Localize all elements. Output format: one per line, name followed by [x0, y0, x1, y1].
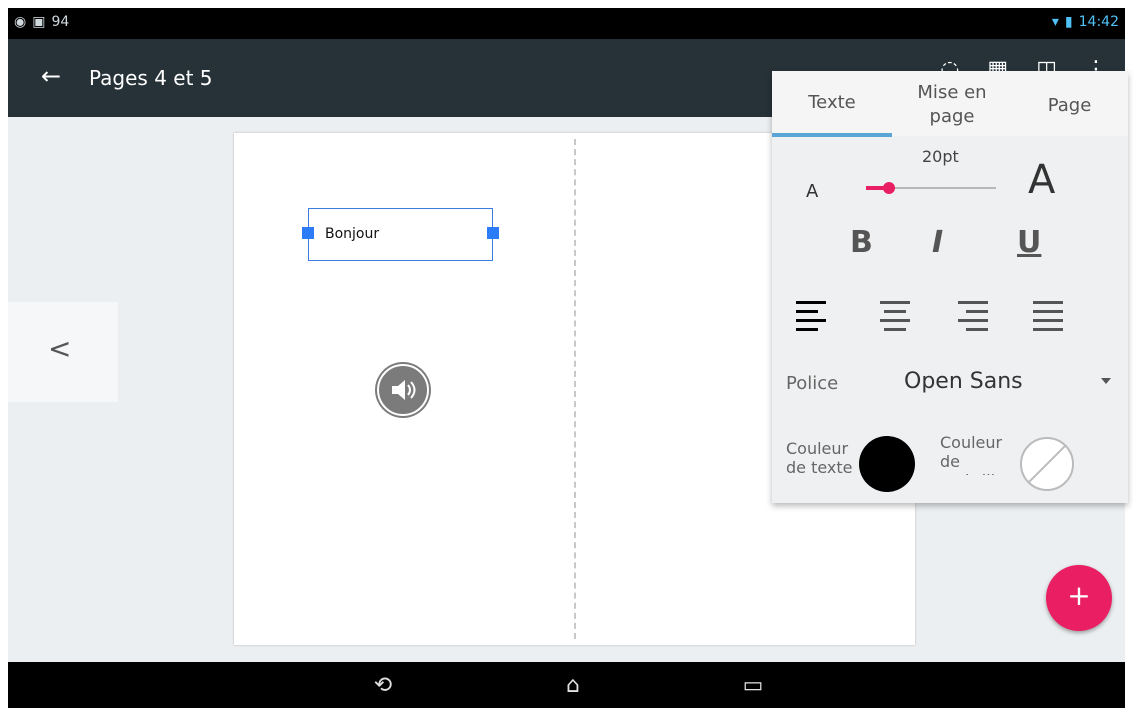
police-label: Police [786, 373, 839, 394]
highlight-color-swatch[interactable] [1020, 437, 1074, 491]
tab-page[interactable]: Page [1022, 94, 1117, 118]
align-center-icon[interactable] [880, 301, 912, 335]
status-right: ▾ ▮ 14:42 [1052, 14, 1119, 30]
font-size-slider[interactable] [866, 178, 996, 198]
resize-handle-right[interactable] [487, 227, 499, 239]
italic-button[interactable]: I [932, 225, 943, 260]
chevron-down-icon[interactable] [1101, 378, 1111, 384]
small-a-label: A [806, 181, 819, 202]
text-color-swatch[interactable] [859, 436, 915, 492]
nav-recent-apps-icon[interactable]: ▭ [733, 670, 773, 700]
slider-knob[interactable] [883, 182, 896, 194]
underline-button[interactable]: U [1017, 225, 1041, 260]
add-fab-button[interactable]: + [1046, 565, 1112, 631]
app-notification-icon: ◉ [14, 14, 27, 30]
left-gutter: < [8, 117, 118, 662]
chevron-left-icon[interactable]: < [48, 332, 71, 365]
large-a-label: A [1028, 157, 1056, 203]
align-left-icon[interactable] [796, 301, 828, 335]
font-select[interactable]: Open Sans [904, 369, 1023, 394]
back-arrow-icon[interactable]: ← [36, 61, 66, 91]
wifi-icon: ▾ [1051, 14, 1059, 30]
plus-icon: + [1067, 579, 1091, 612]
panel-tabs: Texte Mise en page Page [772, 71, 1128, 137]
status-time: 14:42 [1078, 14, 1119, 30]
image-notification-icon: ▣ [32, 14, 46, 30]
tab-texte[interactable]: Texte [782, 91, 882, 115]
tab-mise-en-page[interactable]: Mise en page [897, 81, 1007, 129]
align-right-icon[interactable] [958, 301, 990, 335]
format-panel: Texte Mise en page Page 20pt A A B I U P… [772, 71, 1128, 503]
font-size-value: 20pt [922, 147, 959, 166]
page-title: Pages 4 et 5 [89, 66, 213, 90]
nav-back-icon[interactable]: ⟲ [363, 670, 403, 700]
speaker-glyph [392, 380, 416, 400]
system-nav-bar: ⟲ ⌂ ▭ [8, 662, 1125, 708]
text-color-label: Couleur de texte [786, 439, 853, 477]
notification-count: 94 [51, 14, 70, 30]
highlight-color-label: Couleur de surbrillance [940, 433, 1026, 475]
page-divider [574, 139, 576, 639]
speaker-icon[interactable] [377, 364, 429, 416]
battery-icon: ▮ [1064, 14, 1073, 30]
text-box-content[interactable]: Bonjour [325, 226, 379, 242]
align-justify-icon[interactable] [1033, 301, 1065, 335]
active-tab-indicator [772, 133, 892, 137]
alignment-row [796, 301, 1106, 341]
bold-button[interactable]: B [850, 225, 873, 260]
status-left: ◉ ▣ 94 [14, 14, 69, 30]
text-box[interactable]: Bonjour [302, 208, 499, 261]
nav-home-icon[interactable]: ⌂ [553, 670, 593, 700]
resize-handle-left[interactable] [302, 227, 314, 239]
status-bar: ◉ ▣ 94 ▾ ▮ 14:42 [8, 8, 1125, 39]
